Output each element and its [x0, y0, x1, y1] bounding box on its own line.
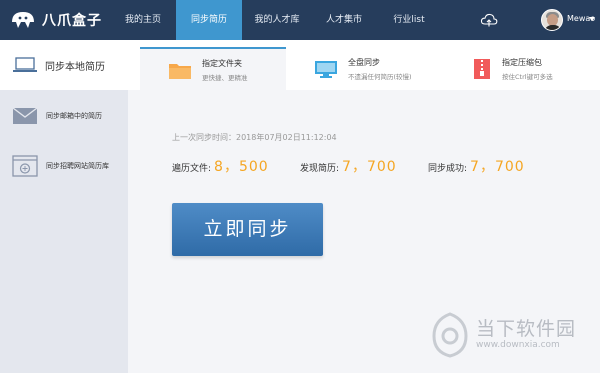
card-title: 指定文件夹: [202, 58, 242, 68]
card-folder[interactable]: 指定文件夹 更快捷、更精准: [140, 47, 286, 90]
stat-sync-success: 同步成功: 7，700: [428, 156, 525, 176]
nav-home[interactable]: 我的主页: [110, 0, 176, 40]
caret-down-icon[interactable]: [589, 17, 595, 21]
sidebar-item-label: 同步邮箱中的简历: [46, 112, 102, 120]
card-title: 指定压缩包: [502, 57, 542, 67]
avatar[interactable]: [541, 9, 563, 31]
card-desc: 更快捷、更精准: [202, 73, 248, 82]
nav-talent-pool[interactable]: 我的人才库: [242, 0, 312, 40]
nav-industry-list[interactable]: 行业list: [376, 0, 442, 40]
sidebar-item-local-resume[interactable]: 同步本地简历: [0, 40, 128, 90]
card-desc: 按住Ctrl键可多选: [502, 72, 553, 81]
sync-stats: 遍历文件: 8，500 发现简历: 7，700 同步成功: 7，700: [172, 156, 592, 176]
card-zip[interactable]: 指定压缩包 按住Ctrl键可多选: [444, 47, 594, 90]
logo-text: 八爪盒子: [42, 13, 102, 29]
monitor-icon: [315, 60, 337, 78]
sidebar: 同步本地简历 同步邮箱中的简历 同步招聘网站简历库: [0, 40, 128, 373]
sync-now-button[interactable]: 立即同步: [172, 203, 323, 256]
stat-label: 同步成功:: [428, 164, 468, 174]
sidebar-item-email[interactable]: 同步邮箱中的简历: [0, 96, 128, 136]
browser-icon: [12, 155, 38, 177]
laptop-icon: [13, 57, 37, 72]
sidebar-header-label: 同步本地简历: [45, 61, 105, 73]
watermark: 当下软件园 www.downxia.com: [430, 312, 590, 362]
watermark-title: 当下软件园: [476, 318, 577, 340]
main-nav: 我的主页 同步简历 我的人才库 人才集市 行业list: [110, 0, 442, 40]
sidebar-item-job-sites[interactable]: 同步招聘网站简历库: [0, 146, 128, 186]
stat-value: 7，700: [470, 159, 525, 175]
card-title: 全盘同步: [348, 57, 380, 67]
watermark-url: www.downxia.com: [476, 340, 560, 350]
watermark-logo-icon: [432, 312, 468, 358]
stat-value: 7，700: [342, 159, 397, 175]
top-bar: 八爪盒子 我的主页 同步简历 我的人才库 人才集市 行业list Mewao: [0, 0, 600, 40]
stat-resumes-found: 发现简历: 7，700: [300, 156, 397, 176]
card-desc: 不遗漏任何简历(较慢): [348, 72, 412, 81]
envelope-icon: [12, 107, 38, 124]
stat-value: 8，500: [214, 159, 269, 175]
sync-mode-cards: 指定文件夹 更快捷、更精准 全盘同步 不遗漏任何简历(较慢) 指定压缩包 按住C…: [128, 40, 600, 90]
stat-label: 发现简历:: [300, 164, 340, 174]
last-sync-time: 上一次同步时间：2018年07月02日11:12:04: [172, 133, 337, 142]
nav-talent-market[interactable]: 人才集市: [312, 0, 376, 40]
logo[interactable]: 八爪盒子: [10, 6, 102, 34]
card-full-disk[interactable]: 全盘同步 不遗漏任何简历(较慢): [286, 47, 444, 90]
logo-icon: [12, 12, 34, 28]
nav-sync-resume[interactable]: 同步简历: [176, 0, 242, 40]
stat-files-scanned: 遍历文件: 8，500: [172, 156, 269, 176]
sidebar-item-label: 同步招聘网站简历库: [46, 162, 109, 170]
stat-label: 遍历文件:: [172, 164, 212, 174]
zip-icon: [474, 58, 490, 79]
folder-icon: [169, 63, 191, 79]
cloud-icon[interactable]: [480, 11, 498, 29]
